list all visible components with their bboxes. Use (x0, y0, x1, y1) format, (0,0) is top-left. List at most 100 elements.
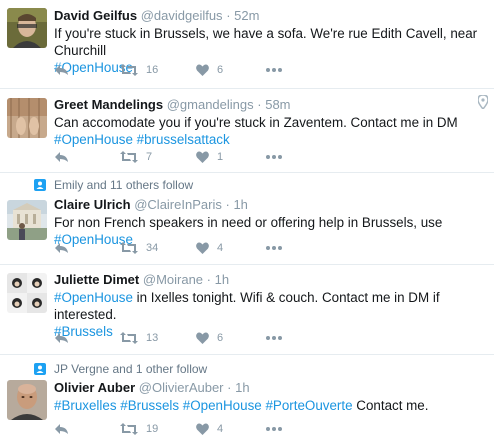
reply-icon (55, 333, 68, 343)
tweet-4[interactable]: Juliette Dimet @Moirane · 1h #OpenHouse … (0, 265, 494, 355)
hashtag-link[interactable]: #Brussels (120, 398, 179, 413)
separator: · (227, 380, 232, 395)
timeline: David Geilfus @davidgeilfus · 52m If you… (0, 0, 494, 443)
social-context[interactable]: Emily and 11 others follow (34, 178, 194, 192)
hashtag-link[interactable]: #OpenHouse (183, 398, 262, 413)
reply-button[interactable] (54, 151, 120, 163)
more-button[interactable] (266, 336, 282, 340)
more-icon (266, 336, 282, 340)
like-icon (196, 64, 209, 76)
separator: · (226, 8, 231, 23)
retweet-button[interactable]: 19 (120, 423, 196, 435)
retweet-icon (120, 423, 138, 435)
like-count: 6 (217, 64, 224, 76)
reply-icon (55, 65, 68, 75)
more-button[interactable] (266, 155, 282, 159)
timestamp[interactable]: 1h (233, 197, 247, 212)
author-handle[interactable]: @OlivierAuber (139, 380, 224, 395)
hashtag-link[interactable]: #OpenHouse (54, 290, 133, 305)
timestamp[interactable]: 1h (235, 380, 249, 395)
retweet-icon (120, 151, 138, 163)
tweet-text-content: If you're stuck in Brussels, we have a s… (54, 26, 478, 58)
more-icon (266, 155, 282, 159)
author-name[interactable]: Olivier Auber (54, 380, 135, 395)
tweet-text: #Bruxelles #Brussels #OpenHouse #PorteOu… (54, 397, 488, 414)
more-button[interactable] (266, 68, 282, 72)
author-handle[interactable]: @gmandelings (167, 97, 254, 112)
retweet-count: 7 (146, 151, 153, 163)
separator: · (206, 272, 212, 287)
like-button[interactable]: 1 (196, 151, 266, 163)
tweet-text: Can accomodate you if you're stuck in Za… (54, 114, 488, 148)
retweet-icon (120, 242, 138, 254)
reply-icon (55, 243, 68, 253)
tweet-actions: 19 4 (54, 423, 282, 435)
timestamp[interactable]: 1h (215, 272, 229, 287)
retweet-count: 16 (146, 64, 159, 76)
avatar[interactable] (7, 380, 47, 420)
reply-button[interactable] (54, 332, 120, 344)
separator: · (257, 97, 262, 112)
follow-badge-icon (34, 363, 46, 375)
like-count: 6 (217, 332, 224, 344)
avatar[interactable] (7, 200, 47, 240)
retweet-icon (120, 332, 138, 344)
retweet-button[interactable]: 34 (120, 242, 196, 254)
avatar[interactable] (7, 273, 47, 313)
hashtag-link[interactable]: #brusselsattack (137, 132, 230, 147)
hashtag-link[interactable]: #Bruxelles (54, 398, 117, 413)
more-button[interactable] (266, 427, 282, 431)
like-button[interactable]: 4 (196, 242, 266, 254)
more-icon (266, 246, 282, 250)
reply-button[interactable] (54, 423, 120, 435)
tweet-1[interactable]: David Geilfus @davidgeilfus · 52m If you… (0, 0, 494, 89)
tweet-actions: 34 4 (54, 242, 282, 254)
tweet-2[interactable]: Greet Mandelings @gmandelings · 58m Can … (0, 89, 494, 173)
retweet-count: 34 (146, 242, 159, 254)
author-handle[interactable]: @Moirane (143, 272, 203, 287)
reply-button[interactable] (54, 64, 120, 76)
separator: · (225, 197, 230, 212)
social-context-text: Emily and 11 others follow (54, 178, 194, 192)
reply-icon (55, 424, 68, 434)
tweet-actions: 7 1 (54, 151, 282, 163)
like-count: 1 (217, 151, 224, 163)
retweet-button[interactable]: 16 (120, 64, 196, 76)
author-handle[interactable]: @ClaireInParis (134, 197, 222, 212)
retweet-count: 19 (146, 423, 159, 435)
like-button[interactable]: 6 (196, 64, 266, 76)
retweet-button[interactable]: 13 (120, 332, 196, 344)
like-count: 4 (217, 242, 224, 254)
like-button[interactable]: 4 (196, 423, 266, 435)
retweet-button[interactable]: 7 (120, 151, 196, 163)
reply-button[interactable] (54, 242, 120, 254)
author-name[interactable]: Greet Mandelings (54, 97, 163, 112)
like-icon (196, 151, 209, 163)
author-handle[interactable]: @davidgeilfus (141, 8, 223, 23)
tweet-actions: 13 6 (54, 332, 282, 344)
like-icon (196, 242, 209, 254)
tweet-3[interactable]: Emily and 11 others follow Claire Ulrich… (0, 173, 494, 265)
tweet-5[interactable]: JP Vergne and 1 other follow Olivier Aub… (0, 355, 494, 443)
more-button[interactable] (266, 246, 282, 250)
retweet-icon (120, 64, 138, 76)
hashtag-link[interactable]: #PorteOuverte (265, 398, 352, 413)
avatar[interactable] (7, 98, 47, 138)
author-name[interactable]: Claire Ulrich (54, 197, 131, 212)
social-context-text: JP Vergne and 1 other follow (54, 362, 208, 376)
tweet-text-content: For non French speakers in need or offer… (54, 215, 443, 230)
tweet-text-content: Contact me. (356, 398, 429, 413)
hashtag-link[interactable]: #OpenHouse (54, 132, 133, 147)
timestamp[interactable]: 52m (234, 8, 259, 23)
author-name[interactable]: David Geilfus (54, 8, 137, 23)
avatar[interactable] (7, 8, 47, 48)
like-count: 4 (217, 423, 224, 435)
like-button[interactable]: 6 (196, 332, 266, 344)
like-icon (196, 332, 209, 344)
tweet-text-content: Can accomodate you if you're stuck in Za… (54, 115, 458, 130)
timestamp[interactable]: 58m (265, 97, 290, 112)
social-context[interactable]: JP Vergne and 1 other follow (34, 362, 208, 376)
follow-badge-icon (34, 179, 46, 191)
author-name[interactable]: Juliette Dimet (54, 272, 139, 287)
like-icon (196, 423, 209, 435)
